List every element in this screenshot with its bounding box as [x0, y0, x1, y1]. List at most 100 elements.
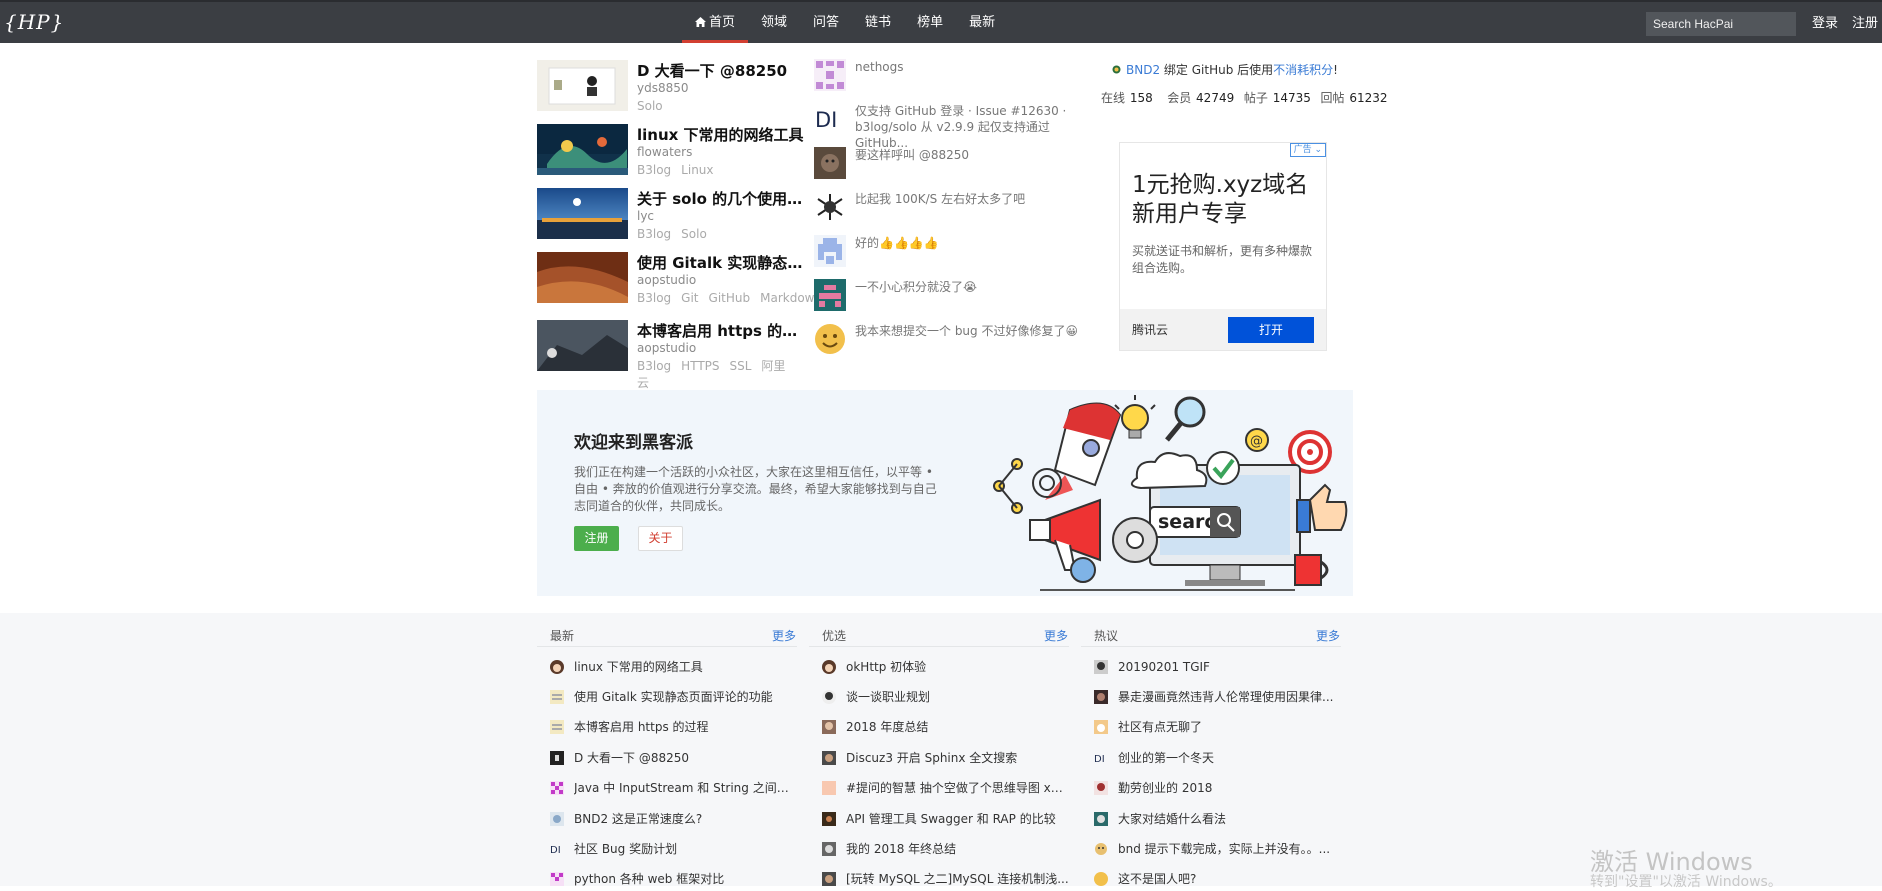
- tag[interactable]: Git: [681, 291, 698, 305]
- article-author[interactable]: aopstudio: [637, 273, 696, 287]
- tag[interactable]: SSL: [730, 359, 752, 373]
- comment-item[interactable]: 一不小心积分就没了😭: [814, 279, 1076, 313]
- list-item-title[interactable]: 创业的第一个冬天: [1118, 750, 1343, 766]
- list-item-title[interactable]: 我的 2018 年终总结: [846, 841, 1071, 857]
- article-title[interactable]: 关于 solo 的几个使用问题: [637, 188, 807, 209]
- list-item[interactable]: [玩转 MySQL 之二]MySQL 连接机制浅...: [822, 871, 1072, 891]
- nav-ranking[interactable]: 榜单: [904, 2, 956, 43]
- nav-chainbook[interactable]: 链书: [852, 2, 904, 43]
- avatar[interactable]: [814, 235, 846, 267]
- list-item-title[interactable]: python 各种 web 框架对比: [574, 871, 799, 887]
- featured-article[interactable]: 本博客启用 https 的过程 aopstudio B3log HTTPS SSL 阿…: [537, 320, 807, 390]
- list-item[interactable]: DI 创业的第一个冬天: [1094, 750, 1344, 770]
- article-title[interactable]: linux 下常用的网络工具: [637, 124, 807, 145]
- avatar[interactable]: [822, 812, 836, 826]
- featured-article[interactable]: 使用 Gitalk 实现静态页面评论的功能 aopstudio B3log Git…: [537, 252, 822, 312]
- avatar[interactable]: DI: [814, 103, 846, 135]
- avatar[interactable]: [550, 690, 564, 704]
- comment-text[interactable]: 一不小心积分就没了😭: [855, 279, 1079, 295]
- avatar[interactable]: [822, 690, 836, 704]
- tag[interactable]: GitHub: [709, 291, 751, 305]
- comment-item[interactable]: 我本来想提交一个 bug 不过好像修复了😀: [814, 323, 1079, 359]
- avatar[interactable]: [550, 660, 564, 674]
- list-item-title[interactable]: API 管理工具 Swagger 和 RAP 的比较: [846, 811, 1071, 827]
- user-link[interactable]: BND2: [1126, 63, 1160, 77]
- avatar[interactable]: DI: [1094, 751, 1108, 765]
- article-author[interactable]: lyc: [637, 209, 654, 223]
- avatar[interactable]: [814, 59, 846, 91]
- avatar[interactable]: [1094, 690, 1108, 704]
- avatar[interactable]: [822, 781, 836, 795]
- comment-text[interactable]: nethogs: [855, 59, 1079, 75]
- tag[interactable]: B3log: [637, 227, 671, 241]
- list-item-title[interactable]: 谈一谈职业规划: [846, 689, 1071, 705]
- avatar[interactable]: [1094, 842, 1108, 856]
- article-author[interactable]: aopstudio: [637, 341, 696, 355]
- list-item[interactable]: BND2 这是正常速度么?: [550, 811, 800, 831]
- list-item-title[interactable]: Discuz3 开启 Sphinx 全文搜索: [846, 750, 1071, 766]
- nav-home[interactable]: 首页: [682, 2, 749, 43]
- nav-domains[interactable]: 领域: [748, 2, 800, 43]
- comment-text[interactable]: 比起我 100K/S 左右好太多了吧: [855, 191, 1079, 207]
- avatar[interactable]: [550, 720, 564, 734]
- ad-description[interactable]: 买就送证书和解析，更有多种爆款组合选购。: [1132, 243, 1320, 277]
- nav-qa[interactable]: 问答: [800, 2, 852, 43]
- list-item-title[interactable]: Java 中 InputStream 和 String 之间的转...: [574, 780, 799, 796]
- register-link[interactable]: 注册: [1852, 2, 1878, 45]
- list-item[interactable]: 暴走漫画竟然违背人伦常理使用因果律...: [1094, 689, 1344, 709]
- list-item-title[interactable]: 勤劳创业的 2018: [1118, 780, 1343, 796]
- points-link[interactable]: 不消耗积分: [1273, 63, 1333, 77]
- register-button[interactable]: 注册: [574, 526, 619, 551]
- article-title[interactable]: 使用 Gitalk 实现静态页面评论的功能: [637, 252, 807, 273]
- comment-item[interactable]: 要这样呼叫 @88250: [814, 147, 1076, 181]
- avatar[interactable]: [1094, 660, 1108, 674]
- list-item-title[interactable]: bnd 提示下载完成，实际上并没有。。...: [1118, 841, 1343, 857]
- list-item[interactable]: 2018 年度总结: [822, 719, 1072, 739]
- list-item-title[interactable]: 社区 Bug 奖励计划: [574, 841, 799, 857]
- article-title[interactable]: 本博客启用 https 的过程: [637, 320, 807, 341]
- avatar[interactable]: [1094, 720, 1108, 734]
- comment-item[interactable]: 好的👍👍👍👍: [814, 235, 1076, 269]
- list-item[interactable]: 使用 Gitalk 实现静态页面评论的功能: [550, 689, 800, 709]
- featured-article[interactable]: D 大看一下 @88250 yds8850 Solo: [537, 60, 807, 120]
- nav-latest[interactable]: 最新: [956, 2, 1008, 43]
- list-item[interactable]: bnd 提示下载完成，实际上并没有。。...: [1094, 841, 1344, 861]
- avatar[interactable]: [550, 751, 564, 765]
- list-item-title[interactable]: [玩转 MySQL 之二]MySQL 连接机制浅...: [846, 871, 1071, 887]
- list-item-title[interactable]: 社区有点无聊了: [1118, 719, 1343, 735]
- list-item-title[interactable]: #提问的智慧 抽个空做了个思维导图 xm...: [846, 780, 1071, 796]
- list-item[interactable]: linux 下常用的网络工具: [550, 659, 800, 679]
- list-item[interactable]: DI 社区 Bug 奖励计划: [550, 841, 800, 861]
- more-link[interactable]: 更多: [772, 627, 796, 644]
- list-item-title[interactable]: BND2 这是正常速度么?: [574, 811, 799, 827]
- comment-item[interactable]: 比起我 100K/S 左右好太多了吧: [814, 191, 1076, 225]
- list-item[interactable]: Discuz3 开启 Sphinx 全文搜索: [822, 750, 1072, 770]
- avatar[interactable]: [550, 872, 564, 886]
- list-item-title[interactable]: D 大看一下 @88250: [574, 750, 799, 766]
- search-input[interactable]: [1646, 12, 1796, 36]
- list-item-title[interactable]: 这不是国人吧?: [1118, 871, 1343, 887]
- login-link[interactable]: 登录: [1812, 2, 1838, 45]
- avatar[interactable]: [822, 751, 836, 765]
- comment-item[interactable]: DI 仅支持 GitHub 登录 · Issue #12630 · b3log/…: [814, 103, 1076, 150]
- avatar[interactable]: [814, 279, 846, 311]
- list-item-title[interactable]: okHttp 初体验: [846, 659, 1071, 675]
- article-author[interactable]: flowaters: [637, 145, 692, 159]
- comment-text[interactable]: 要这样呼叫 @88250: [855, 147, 1079, 163]
- comment-text[interactable]: 我本来想提交一个 bug 不过好像修复了😀: [855, 323, 1079, 339]
- ad-banner[interactable]: 广告 ⌄ 1元抢购.xyz域名新用户专享 买就送证书和解析，更有多种爆款组合选购…: [1119, 142, 1327, 351]
- featured-article[interactable]: linux 下常用的网络工具 flowaters B3log Linux: [537, 124, 807, 184]
- tag[interactable]: B3log: [637, 291, 671, 305]
- avatar[interactable]: [814, 147, 846, 179]
- article-title[interactable]: D 大看一下 @88250: [637, 60, 807, 81]
- list-item-title[interactable]: 2018 年度总结: [846, 719, 1071, 735]
- site-logo[interactable]: {HP}: [4, 10, 64, 34]
- list-item[interactable]: 本博客启用 https 的过程: [550, 719, 800, 739]
- featured-article[interactable]: 关于 solo 的几个使用问题 lyc B3log Solo: [537, 188, 807, 248]
- list-item[interactable]: 20190201 TGIF: [1094, 659, 1344, 679]
- avatar[interactable]: [822, 872, 836, 886]
- avatar[interactable]: [822, 660, 836, 674]
- tag[interactable]: HTTPS: [681, 359, 719, 373]
- tag[interactable]: Markdown: [760, 291, 822, 305]
- more-link[interactable]: 更多: [1316, 627, 1340, 644]
